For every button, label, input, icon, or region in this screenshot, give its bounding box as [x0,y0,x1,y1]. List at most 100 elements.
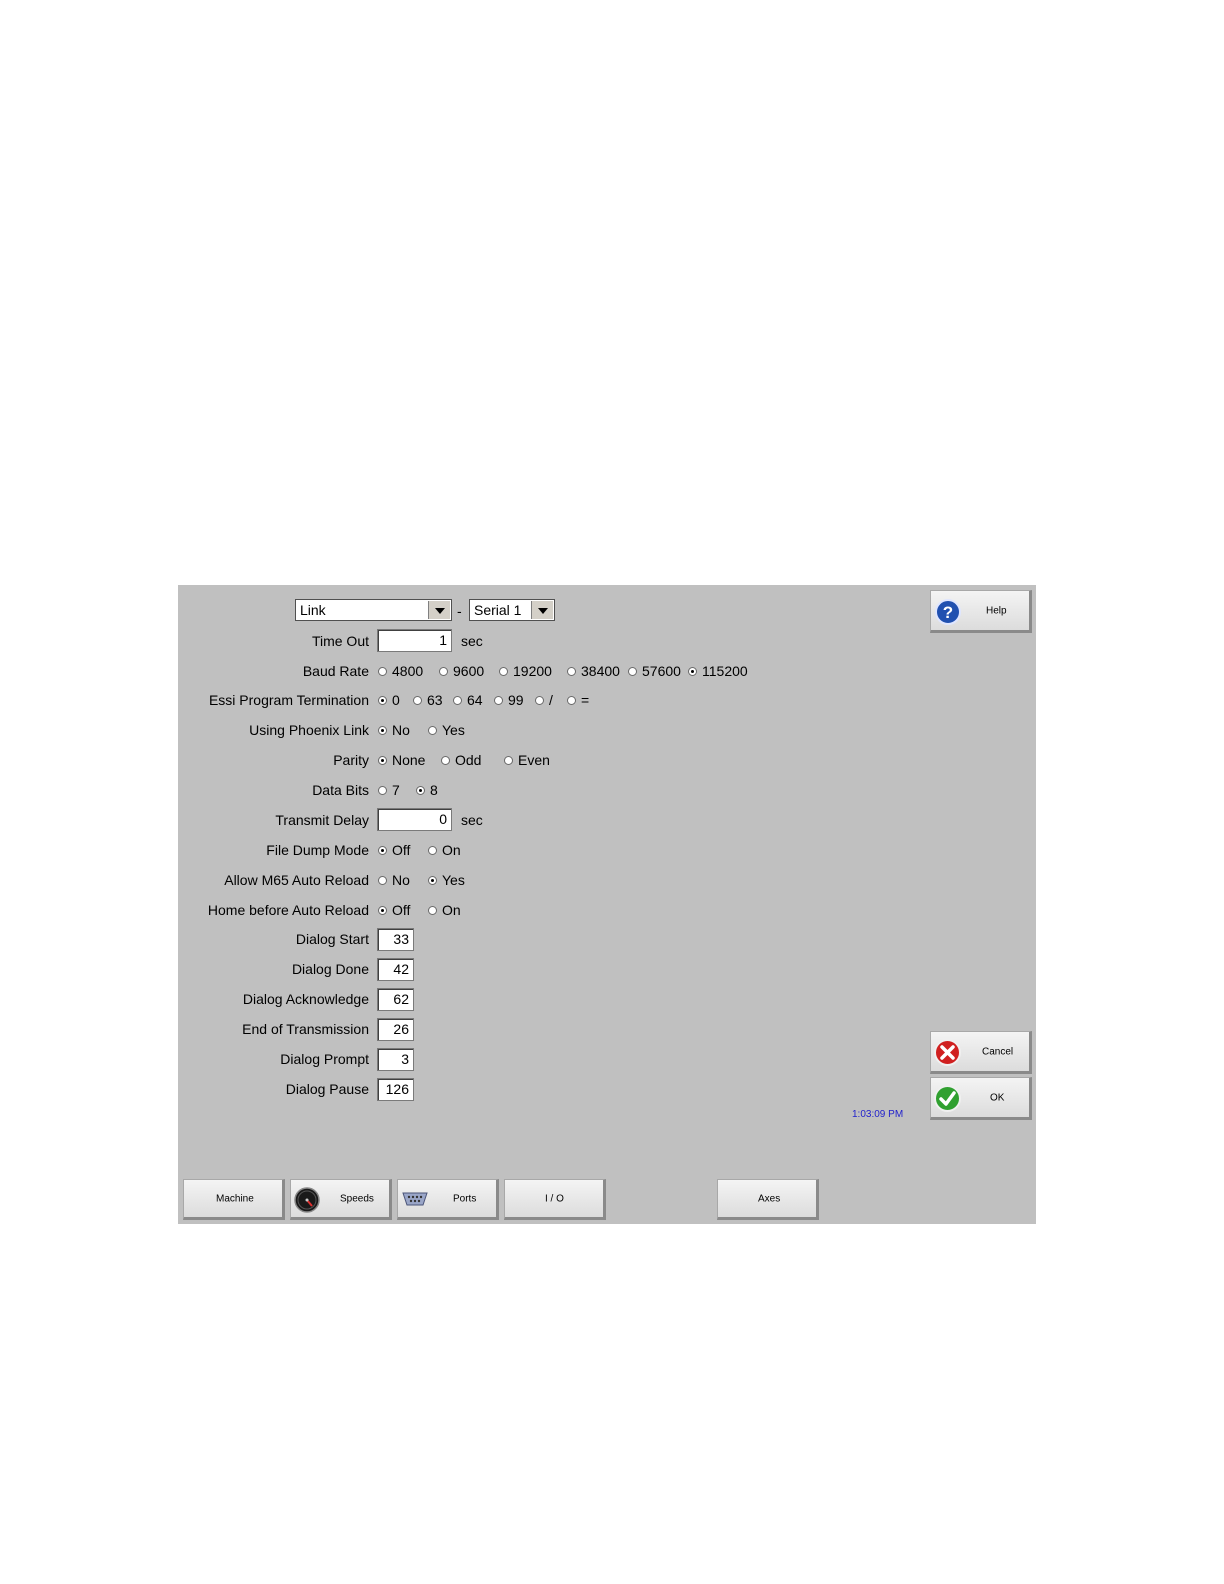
baud-4800-radio[interactable]: 4800 [378,663,423,679]
parity-none-label: None [392,752,426,768]
baud-57600-radio[interactable]: 57600 [628,663,681,679]
tab-ports[interactable]: Ports [397,1179,499,1220]
m65-no-radio[interactable]: No [378,872,410,888]
radio-icon[interactable] [378,875,387,885]
file-dump-on-radio[interactable]: On [428,842,461,858]
essi-equals-label: = [581,692,590,708]
ok-button[interactable]: OK [930,1077,1032,1120]
phoenix-no-label: No [392,722,410,738]
tab-axes[interactable]: Axes [717,1179,819,1220]
m65-reload-label: Allow M65 Auto Reload [224,872,369,888]
radio-selected-icon[interactable] [378,845,387,855]
radio-icon[interactable] [453,695,462,705]
m65-yes-radio[interactable]: Yes [428,872,465,888]
chevron-down-icon[interactable] [531,601,553,619]
dialog-ack-input[interactable]: 62 [377,988,414,1011]
essi-equals-radio[interactable]: = [567,692,589,708]
parity-even-radio[interactable]: Even [504,752,550,768]
ok-label: OK [990,1092,1005,1103]
tab-ports-label: Ports [453,1193,477,1204]
baud-19200-radio[interactable]: 19200 [499,663,552,679]
dialog-prompt-label: Dialog Prompt [280,1051,369,1067]
essi-63-label: 63 [427,692,443,708]
help-icon: ? [935,599,961,625]
radio-icon[interactable] [378,666,387,676]
essi-slash-label: / [549,692,553,708]
dialog-done-input[interactable]: 42 [377,958,414,981]
essi-99-label: 99 [508,692,524,708]
radio-selected-icon[interactable] [428,875,437,885]
phoenix-no-radio[interactable]: No [378,722,410,738]
data-bits-7-radio[interactable]: 7 [378,782,400,798]
dialog-prompt-input[interactable]: 3 [377,1048,414,1071]
tab-axes-label: Axes [758,1193,781,1204]
chevron-down-icon[interactable] [428,601,450,619]
parity-odd-radio[interactable]: Odd [441,752,481,768]
port-channel-dropdown[interactable]: Serial 1 [469,599,555,621]
essi-64-radio[interactable]: 64 [453,692,483,708]
radio-icon[interactable] [428,905,437,915]
radio-icon[interactable] [535,695,544,705]
tab-io[interactable]: I / O [504,1179,606,1220]
baud-38400-radio[interactable]: 38400 [567,663,620,679]
phoenix-yes-radio[interactable]: Yes [428,722,465,738]
dialog-start-input[interactable]: 33 [377,928,414,951]
phoenix-yes-label: Yes [442,722,465,738]
tab-machine[interactable]: Machine [183,1179,285,1220]
speedometer-icon [294,1187,320,1213]
radio-icon[interactable] [439,666,448,676]
file-dump-off-radio[interactable]: Off [378,842,410,858]
close-icon [934,1039,961,1066]
baud-115200-radio[interactable]: 115200 [688,663,748,679]
radio-selected-icon[interactable] [378,725,387,735]
home-off-radio[interactable]: Off [378,902,410,918]
data-bits-7-label: 7 [392,782,400,798]
baud-19200-label: 19200 [513,663,552,679]
radio-icon[interactable] [441,755,450,765]
radio-icon[interactable] [504,755,513,765]
radio-icon[interactable] [428,725,437,735]
radio-icon[interactable] [628,666,637,676]
port-type-dropdown[interactable]: Link [295,599,452,621]
time-out-input[interactable]: 1 [377,629,452,652]
baud-rate-label: Baud Rate [302,663,369,679]
cancel-button[interactable]: Cancel [930,1031,1032,1074]
radio-icon[interactable] [494,695,503,705]
file-dump-on-label: On [442,842,461,858]
radio-icon[interactable] [567,695,576,705]
data-bits-8-label: 8 [430,782,438,798]
baud-38400-label: 38400 [581,663,620,679]
help-button[interactable]: ? Help [930,590,1032,633]
radio-selected-icon[interactable] [416,785,425,795]
home-off-label: Off [392,902,411,918]
radio-selected-icon[interactable] [378,755,387,765]
parity-even-label: Even [518,752,550,768]
essi-slash-radio[interactable]: / [535,692,553,708]
baud-9600-radio[interactable]: 9600 [439,663,484,679]
radio-selected-icon[interactable] [688,666,697,676]
essi-0-radio[interactable]: 0 [378,692,400,708]
radio-icon[interactable] [428,845,437,855]
essi-99-radio[interactable]: 99 [494,692,524,708]
dialog-pause-input[interactable]: 126 [377,1078,414,1101]
radio-icon[interactable] [378,785,387,795]
home-on-radio[interactable]: On [428,902,461,918]
end-transmission-input[interactable]: 26 [377,1018,414,1041]
radio-icon[interactable] [499,666,508,676]
tab-speeds[interactable]: Speeds [290,1179,392,1220]
radio-icon[interactable] [413,695,422,705]
data-bits-8-radio[interactable]: 8 [416,782,438,798]
m65-no-label: No [392,872,410,888]
radio-selected-icon[interactable] [378,695,387,705]
transmit-delay-input[interactable]: 0 [377,808,452,831]
parity-label: Parity [333,752,369,768]
essi-63-radio[interactable]: 63 [413,692,443,708]
radio-selected-icon[interactable] [378,905,387,915]
parity-none-radio[interactable]: None [378,752,425,768]
dialog-pause-label: Dialog Pause [285,1081,369,1097]
baud-57600-label: 57600 [642,663,681,679]
port-channel-value: Serial 1 [474,602,522,618]
serial-port-icon [402,1192,428,1206]
radio-icon[interactable] [567,666,576,676]
time-out-label: Time Out [311,633,369,649]
